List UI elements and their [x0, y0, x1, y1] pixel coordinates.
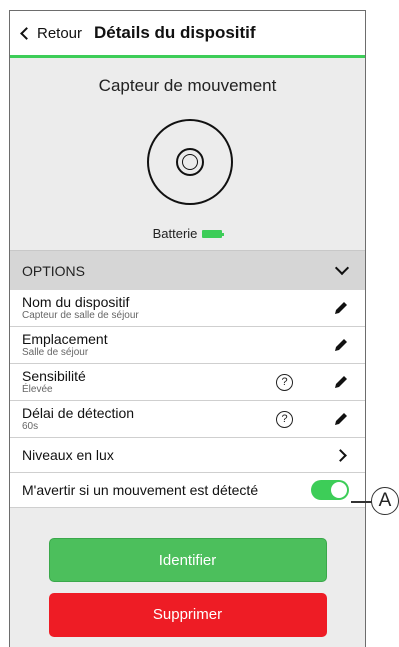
row-label: Délai de détection — [22, 405, 135, 421]
pencil-icon[interactable] — [333, 411, 349, 427]
row-label: Nom du dispositif — [22, 294, 130, 310]
chevron-down-icon[interactable] — [334, 260, 350, 276]
back-button[interactable]: Retour — [18, 25, 82, 42]
pencil-icon[interactable] — [333, 300, 349, 316]
delete-button[interactable]: Supprimer — [48, 593, 327, 637]
toggle-knob — [331, 482, 347, 498]
battery-status: Batterie — [10, 226, 365, 241]
row-value: Capteur de salle de séjour — [22, 310, 139, 321]
lux-levels-row[interactable]: Niveaux en lux — [10, 438, 365, 473]
location-row[interactable]: Emplacement Salle de séjour — [10, 327, 365, 364]
options-title: OPTIONS — [22, 262, 86, 279]
battery-icon — [202, 229, 225, 238]
device-name-row[interactable]: Nom du dispositif Capteur de salle de sé… — [10, 290, 365, 327]
row-label: M'avertir si un mouvement est détecté — [22, 481, 259, 498]
motion-sensor-icon — [147, 119, 233, 205]
device-type-label: Capteur de mouvement — [98, 76, 277, 95]
back-label: Retour — [37, 24, 83, 42]
motion-alert-row: M'avertir si un mouvement est détecté — [10, 473, 365, 508]
top-bar: Retour Détails du dispositif — [10, 11, 365, 58]
sensitivity-row[interactable]: Sensibilité Élevée ? — [10, 364, 365, 401]
row-value: Salle de séjour — [22, 347, 89, 358]
row-label: Niveaux en lux — [22, 446, 114, 463]
row-value: 60s — [22, 421, 39, 432]
options-list: Nom du dispositif Capteur de salle de sé… — [10, 290, 365, 508]
page-title: Détails du dispositif — [94, 23, 256, 42]
help-icon[interactable]: ? — [276, 373, 293, 391]
detection-delay-row[interactable]: Délai de détection 60s ? — [10, 401, 365, 438]
pencil-icon[interactable] — [333, 374, 349, 390]
motion-alert-toggle[interactable] — [311, 480, 349, 500]
identify-button[interactable]: Identifier — [48, 538, 327, 582]
row-label: Emplacement — [22, 331, 108, 347]
pencil-icon[interactable] — [333, 337, 349, 353]
chevron-right-icon — [334, 448, 347, 462]
phone-screen: Retour Détails du dispositif Capteur de … — [9, 10, 366, 647]
help-icon[interactable]: ? — [276, 410, 293, 428]
battery-label: Batterie — [152, 226, 198, 241]
chevron-left-icon — [20, 26, 33, 40]
options-header[interactable]: OPTIONS — [10, 250, 365, 290]
device-summary: Capteur de mouvement Batterie — [10, 58, 365, 250]
row-value: Élevée — [22, 384, 53, 395]
action-buttons: Identifier Supprimer — [10, 508, 365, 637]
callout-marker: A — [371, 487, 399, 515]
row-label: Sensibilité — [22, 368, 86, 384]
